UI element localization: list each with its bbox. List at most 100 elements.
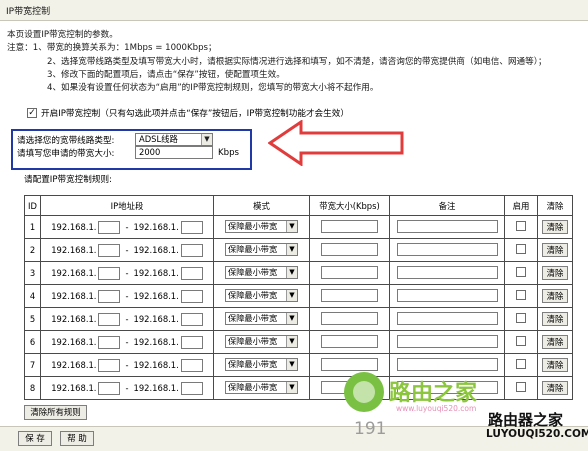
rule-clear-button[interactable]: 清除 xyxy=(542,312,568,326)
bandwidth-size-input[interactable] xyxy=(321,265,378,279)
remark-cell xyxy=(389,238,505,262)
rule-enable-checkbox[interactable] xyxy=(516,336,526,346)
ip-prefix-end: 192.168.1. xyxy=(133,314,179,324)
rule-clear-button[interactable]: 清除 xyxy=(542,381,568,395)
enable-cell xyxy=(504,330,538,354)
line-type-select[interactable]: ADSL线路 ▼ xyxy=(135,133,213,146)
remark-cell xyxy=(389,330,505,354)
watermark-url: LUYOUQI520.COM xyxy=(486,428,588,440)
rule-clear-button[interactable]: 清除 xyxy=(542,335,568,349)
help-button[interactable]: 帮 助 xyxy=(60,431,94,446)
remark-input[interactable] xyxy=(396,311,498,325)
rule-enable-checkbox[interactable] xyxy=(516,382,526,392)
rule-enable-checkbox[interactable] xyxy=(516,290,526,300)
enable-cell xyxy=(504,284,538,308)
watermark-site-small: www.luyouqi520.com xyxy=(396,404,477,413)
remark-cell xyxy=(389,284,505,308)
ip-start-input[interactable] xyxy=(98,358,121,372)
bandwidth-size-input[interactable] xyxy=(321,334,378,348)
ip-end-input[interactable] xyxy=(180,358,203,372)
rule-clear-button[interactable]: 清除 xyxy=(542,220,568,234)
ip-separator: - xyxy=(125,268,129,278)
bandwidth-cell xyxy=(309,261,390,285)
remark-input[interactable] xyxy=(396,357,498,371)
header-remark: 备注 xyxy=(389,195,505,216)
clear-cell: 清除 xyxy=(537,215,573,239)
mode-cell: 保障最小带宽 ▼ xyxy=(213,238,310,262)
rule-clear-button[interactable]: 清除 xyxy=(542,266,568,280)
mode-select[interactable]: 保障最小带宽 ▼ xyxy=(225,357,298,371)
chevron-down-icon: ▼ xyxy=(286,358,297,370)
bandwidth-size-input[interactable] xyxy=(321,288,378,302)
ip-separator: - xyxy=(125,360,129,370)
rule-clear-button[interactable]: 清除 xyxy=(542,358,568,372)
ip-start-input[interactable] xyxy=(98,266,121,280)
ip-start-input[interactable] xyxy=(98,335,121,349)
mode-select[interactable]: 保障最小带宽 ▼ xyxy=(225,219,298,233)
mode-cell: 保障最小带宽 ▼ xyxy=(213,284,310,308)
clear-cell: 清除 xyxy=(537,330,573,354)
ip-start-input[interactable] xyxy=(98,312,121,326)
ip-start-input[interactable] xyxy=(98,220,121,234)
ip-separator: - xyxy=(125,337,129,347)
ip-prefix-end: 192.168.1. xyxy=(133,268,179,278)
ip-start-input[interactable] xyxy=(98,243,121,257)
enable-cell xyxy=(504,215,538,239)
enable-bandwidth-control-checkbox[interactable] xyxy=(27,108,37,118)
bandwidth-size-input[interactable] xyxy=(321,357,378,371)
watermark-brand-dark: 路由器之家 xyxy=(488,411,564,429)
ip-start-input[interactable] xyxy=(98,289,121,303)
mode-value: 保障最小带宽 xyxy=(228,266,278,277)
rule-id: 2 xyxy=(24,238,41,262)
bandwidth-size-input[interactable] xyxy=(321,242,378,256)
ip-end-input[interactable] xyxy=(180,266,203,280)
mode-select[interactable]: 保障最小带宽 ▼ xyxy=(225,242,298,256)
chevron-down-icon: ▼ xyxy=(286,266,297,278)
bandwidth-input[interactable]: 2000 xyxy=(135,146,213,159)
rule-enable-checkbox[interactable] xyxy=(516,221,526,231)
mode-select[interactable]: 保障最小带宽 ▼ xyxy=(225,311,298,325)
ip-range-cell: 192.168.1. -192.168.1. xyxy=(40,353,214,377)
mode-select[interactable]: 保障最小带宽 ▼ xyxy=(225,334,298,348)
ip-end-input[interactable] xyxy=(180,289,203,303)
bandwidth-cell xyxy=(309,284,390,308)
rule-row: 4 192.168.1. -192.168.1. 保障最小带宽 ▼ 清除 xyxy=(24,284,573,308)
remark-input[interactable] xyxy=(396,334,498,348)
note-4: 4、如果没有设置任何状态为“启用”的IP带宽控制规则，您填写的带宽大小将不起作用… xyxy=(47,83,379,93)
remark-input[interactable] xyxy=(396,288,498,302)
rules-table: ID IP地址段 模式 带宽大小(Kbps) 备注 启用 清除 1 192.168… xyxy=(24,195,573,400)
enable-control-row: 开启IP带宽控制（只有勾选此项并点击“保存”按钮后，IP带宽控制功能才会生效） xyxy=(27,106,349,120)
ip-end-input[interactable] xyxy=(180,335,203,349)
save-button[interactable]: 保 存 xyxy=(18,431,52,446)
ip-end-input[interactable] xyxy=(180,243,203,257)
bandwidth-size-input[interactable] xyxy=(321,219,378,233)
enable-cell xyxy=(504,261,538,285)
rule-row: 1 192.168.1. -192.168.1. 保障最小带宽 ▼ 清除 xyxy=(24,215,573,239)
mode-select[interactable]: 保障最小带宽 ▼ xyxy=(225,265,298,279)
mode-cell: 保障最小带宽 ▼ xyxy=(213,307,310,331)
rule-enable-checkbox[interactable] xyxy=(516,313,526,323)
ip-end-input[interactable] xyxy=(180,312,203,326)
rule-enable-checkbox[interactable] xyxy=(516,244,526,254)
rule-enable-checkbox[interactable] xyxy=(516,267,526,277)
remark-input[interactable] xyxy=(396,219,498,233)
ip-prefix-start: 192.168.1. xyxy=(51,383,97,393)
rule-id: 7 xyxy=(24,353,41,377)
ip-end-input[interactable] xyxy=(180,220,203,234)
bandwidth-label: 请填写您申请的带宽大小: xyxy=(17,149,115,159)
clear-all-rules-button[interactable]: 清除所有规则 xyxy=(24,405,87,420)
bandwidth-size-input[interactable] xyxy=(321,311,378,325)
remark-input[interactable] xyxy=(396,265,498,279)
mode-select[interactable]: 保障最小带宽 ▼ xyxy=(225,380,298,394)
note-2: 2、选择宽带线路类型及填写带宽大小时，请根据实际情况进行选择和填写，如不清楚，请… xyxy=(47,57,547,67)
ip-end-input[interactable] xyxy=(180,381,203,395)
ip-start-input[interactable] xyxy=(98,381,121,395)
rule-enable-checkbox[interactable] xyxy=(516,359,526,369)
mode-select[interactable]: 保障最小带宽 ▼ xyxy=(225,288,298,302)
watermark-brand: 路由之家 xyxy=(389,381,478,406)
rule-clear-button[interactable]: 清除 xyxy=(542,243,568,257)
remark-input[interactable] xyxy=(396,242,498,256)
page-title: IP带宽控制 xyxy=(6,7,51,17)
rule-clear-button[interactable]: 清除 xyxy=(542,289,568,303)
line-type-value: ADSL线路 xyxy=(139,134,178,144)
